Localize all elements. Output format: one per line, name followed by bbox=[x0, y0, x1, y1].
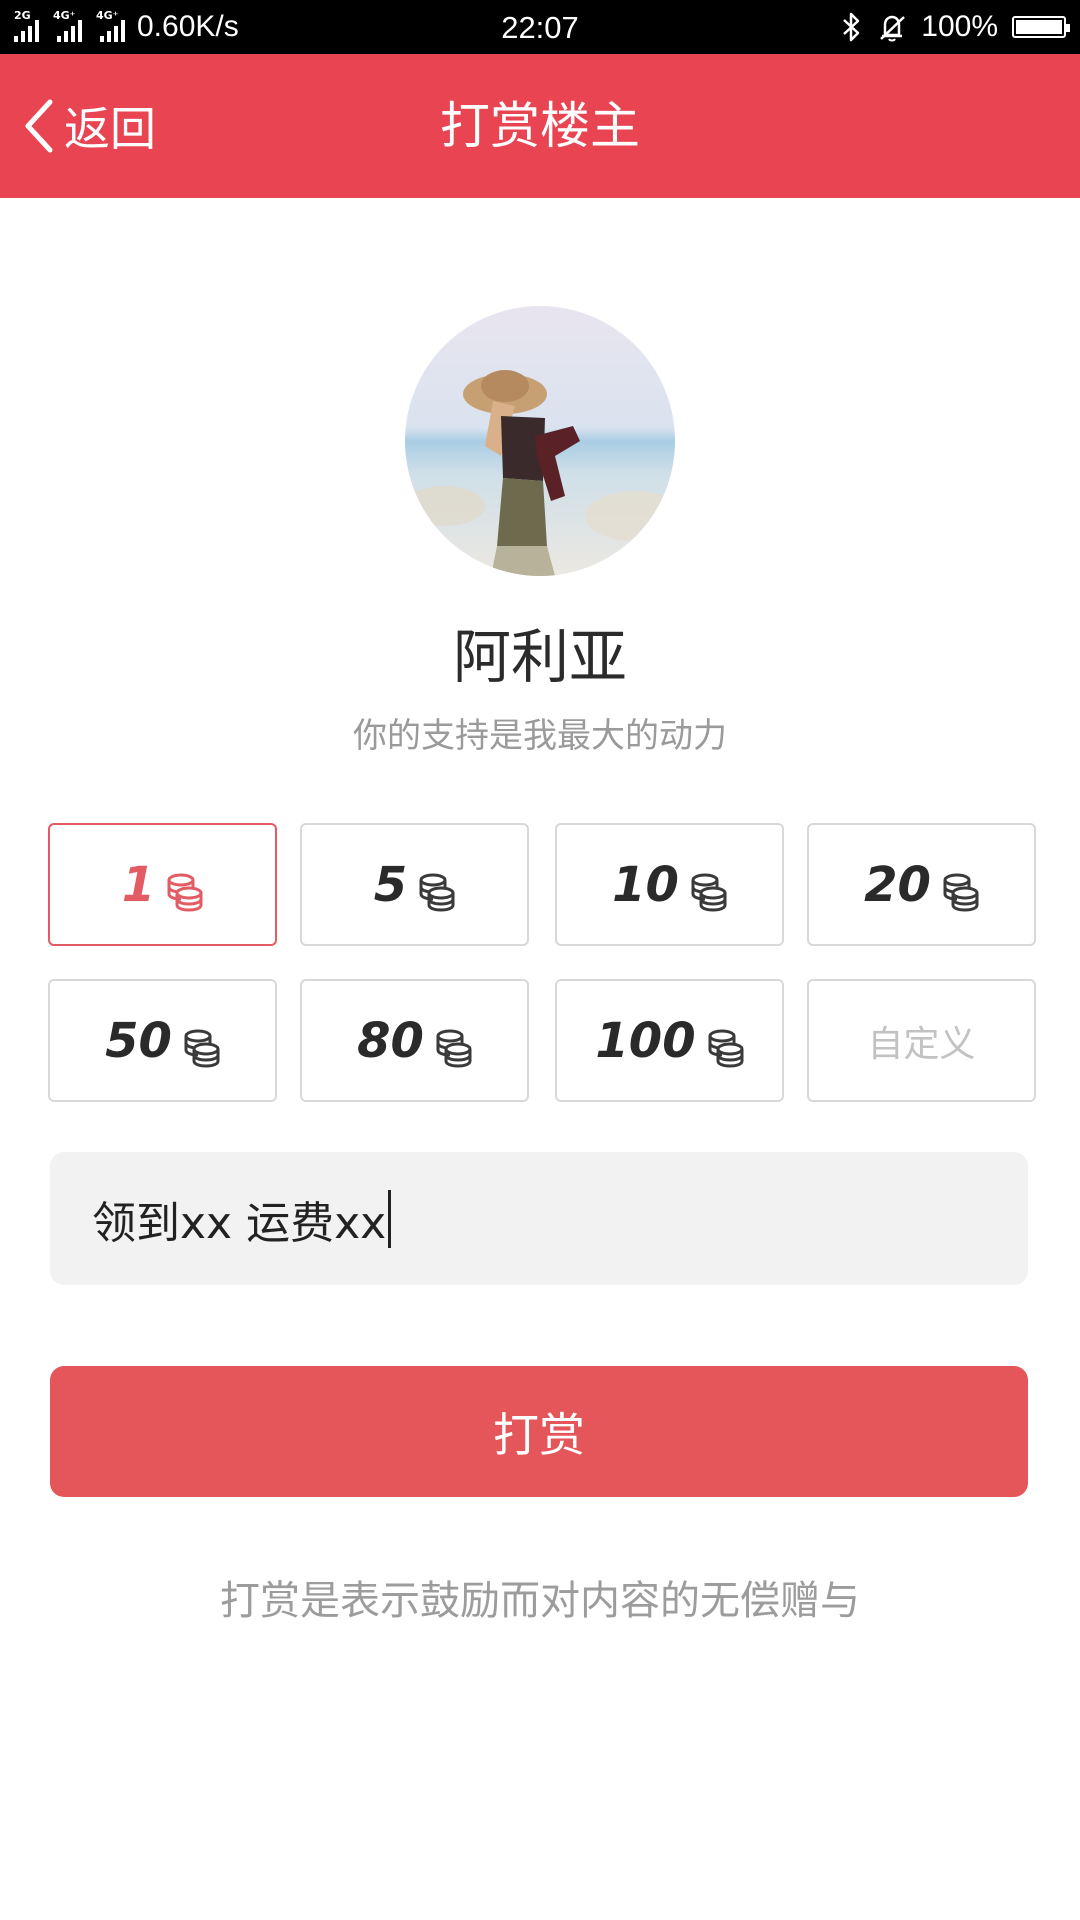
battery-icon bbox=[1012, 16, 1070, 38]
profile-name: 阿利亚 bbox=[452, 623, 627, 691]
amount-option-20[interactable]: 20 bbox=[807, 823, 1036, 946]
nav-bar: 返回 打赏楼主 bbox=[0, 54, 1080, 198]
coin-stack-icon bbox=[419, 873, 455, 912]
coin-stack-icon bbox=[167, 873, 203, 912]
battery-percent: 100% bbox=[921, 10, 998, 43]
status-bar: 2G 4G⁺ 4G⁺ 0.60K/s 22:07 100% bbox=[0, 0, 1080, 54]
amount-value: 50 bbox=[105, 1012, 172, 1069]
message-input[interactable]: 领到xx 运费xx bbox=[50, 1152, 1028, 1285]
amount-option-80[interactable]: 80 bbox=[300, 979, 529, 1102]
message-input-value: 领到xx 运费xx bbox=[92, 1197, 387, 1249]
silent-bell-icon bbox=[880, 15, 906, 42]
amount-value: 5 bbox=[373, 856, 408, 913]
back-label: 返回 bbox=[64, 102, 156, 156]
amount-option-5[interactable]: 5 bbox=[300, 823, 529, 946]
avatar-photo bbox=[405, 306, 675, 576]
coin-stack-icon bbox=[943, 873, 979, 912]
coin-stack-icon bbox=[691, 873, 727, 912]
chevron-left-icon bbox=[25, 99, 53, 153]
coin-stack-icon bbox=[184, 1029, 220, 1068]
amount-value: 80 bbox=[357, 1012, 424, 1069]
bluetooth-icon bbox=[843, 12, 860, 42]
amount-option-50[interactable]: 50 bbox=[48, 979, 277, 1102]
amount-grid: 1 5 10 20 50 80 100 自定义 bbox=[48, 823, 1036, 1103]
footer-note: 打赏是表示鼓励而对内容的无偿赠与 bbox=[220, 1578, 860, 1624]
amount-value: 20 bbox=[864, 856, 931, 913]
coin-stack-icon bbox=[436, 1029, 472, 1068]
amount-option-1[interactable]: 1 bbox=[48, 823, 277, 946]
avatar bbox=[405, 306, 675, 576]
page-title: 打赏楼主 bbox=[440, 97, 640, 155]
back-button[interactable]: 返回 bbox=[20, 54, 156, 198]
coin-stack-icon bbox=[708, 1029, 744, 1068]
text-caret bbox=[388, 1189, 392, 1248]
amount-option-10[interactable]: 10 bbox=[555, 823, 784, 946]
amount-value: 100 bbox=[595, 1012, 696, 1069]
amount-option-custom[interactable]: 自定义 bbox=[807, 979, 1036, 1102]
amount-value: 10 bbox=[612, 856, 679, 913]
status-right: 100% bbox=[841, 0, 1070, 54]
amount-option-100[interactable]: 100 bbox=[555, 979, 784, 1102]
profile-subtitle: 你的支持是我最大的动力 bbox=[353, 716, 727, 756]
amount-value: 1 bbox=[121, 856, 156, 913]
reward-button[interactable]: 打赏 bbox=[50, 1366, 1028, 1497]
custom-amount-label: 自定义 bbox=[867, 1023, 976, 1065]
